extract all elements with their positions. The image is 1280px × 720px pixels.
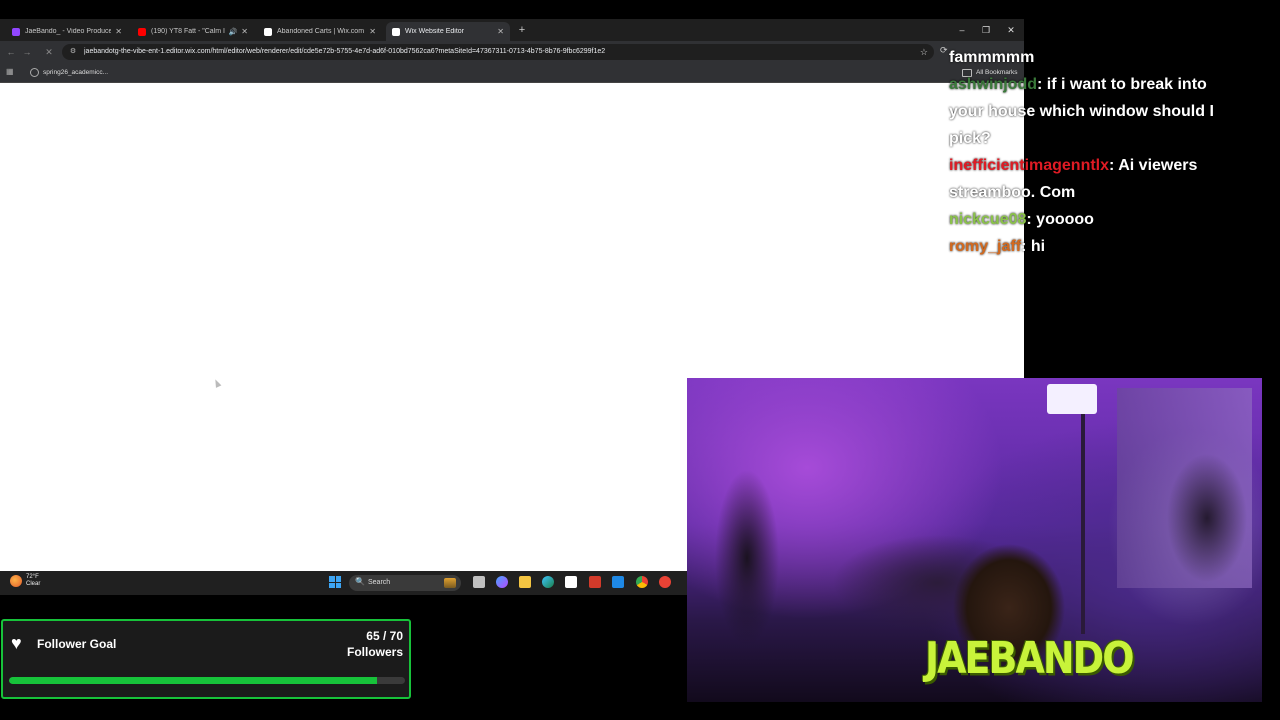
windows-start-icon[interactable] — [329, 576, 341, 588]
search-label: Search — [368, 579, 391, 586]
globe-icon — [30, 68, 39, 77]
chat-text: if i want to break into — [1046, 76, 1207, 93]
copilot-icon[interactable] — [496, 576, 508, 588]
bookmarks-bar: ▦ spring26_academicc... All Bookmarks — [0, 63, 1024, 83]
chat-message: romy_jaff: hi — [949, 233, 1269, 260]
back-icon[interactable]: ← — [4, 45, 18, 59]
chat-text: yooooo — [1036, 211, 1094, 228]
webcam-name-logo: JAEBANDO — [925, 632, 1135, 684]
chat-message: streamboo. Com — [949, 179, 1269, 206]
person-silhouette — [1157, 438, 1257, 598]
taskbar: 72°F Clear 🔍 Search — [0, 571, 688, 595]
chat-message: fammmmm — [949, 44, 1269, 71]
forward-icon[interactable]: → — [20, 45, 34, 59]
goal-progress-fill — [9, 677, 378, 684]
chat-message: nickcue08: yooooo — [949, 206, 1269, 233]
search-highlight-icon — [444, 578, 456, 588]
site-info-icon[interactable]: ⚙ — [68, 47, 78, 57]
person-silhouette — [702, 438, 792, 668]
chat-message: pick? — [949, 125, 1269, 152]
chat-separator: : — [1026, 211, 1037, 228]
goal-target: 70 — [389, 629, 403, 643]
twitch-icon — [12, 27, 20, 36]
chat-username[interactable]: inefficientimagenntlx — [949, 157, 1109, 174]
chrome-icon[interactable] — [636, 576, 648, 588]
goal-title: Follower Goal — [37, 637, 117, 651]
weather-condition: Clear — [26, 581, 41, 587]
restore-button[interactable]: ❐ — [976, 23, 996, 37]
file-explorer-icon[interactable] — [519, 576, 531, 588]
extension-icon[interactable]: ⟳ — [940, 45, 948, 56]
minimize-button[interactable]: – — [952, 23, 972, 37]
tab-label: (190) YT8 Fatt - "Calm It Do — [151, 28, 225, 35]
task-view-icon[interactable] — [473, 576, 485, 588]
tab-close-icon[interactable]: ✕ — [115, 27, 122, 36]
tab-close-icon[interactable]: ✕ — [497, 27, 504, 36]
goal-count: 65 / 70 — [366, 629, 403, 643]
tab-twitch-producer[interactable]: JaeBando_ - Video Producer - T ✕ — [6, 22, 128, 41]
weather-temp: 72°F — [26, 574, 39, 580]
chat-username[interactable]: ashwinjodd — [949, 76, 1037, 93]
tab-strip: JaeBando_ - Video Producer - T ✕ (190) Y… — [0, 19, 1024, 41]
chat-message: inefficientimagenntlx: Ai viewers — [949, 152, 1269, 179]
tab-wix-editor[interactable]: Wix Website Editor ✕ — [386, 22, 510, 41]
search-icon: 🔍 — [355, 577, 365, 586]
tab-youtube[interactable]: (190) YT8 Fatt - "Calm It Do 🔊 ✕ — [132, 22, 254, 41]
heart-icon: ♥ — [11, 633, 22, 653]
chat-separator: : — [1021, 238, 1031, 255]
url-text: jaebandotg-the-vibe-ent-1.editor.wix.com… — [84, 48, 606, 55]
youtube-icon — [138, 27, 146, 36]
address-bar[interactable]: ⚙ jaebandotg-the-vibe-ent-1.editor.wix.c… — [62, 44, 934, 60]
wix-icon — [264, 27, 272, 36]
chat-text: your house which window should I — [949, 103, 1214, 120]
follower-goal-widget: ♥ Follower Goal 65 / 70 Followers — [1, 619, 411, 699]
obs-icon[interactable] — [659, 576, 671, 588]
chat-separator: : — [1037, 76, 1047, 93]
floor-lamp-icon — [1047, 384, 1097, 414]
weather-widget[interactable]: 72°F Clear — [10, 574, 40, 588]
chat-text: pick? — [949, 130, 991, 147]
goal-separator: / — [379, 629, 390, 643]
bookmark-label: spring26_academicc... — [43, 69, 109, 76]
stop-loading-icon[interactable]: ✕ — [42, 45, 56, 59]
store-icon[interactable] — [565, 576, 577, 588]
webcam-feed: JAEBANDO — [687, 378, 1262, 702]
chat-text: fammmmm — [949, 49, 1035, 66]
tab-label: JaeBando_ - Video Producer - T — [25, 28, 112, 35]
browser-toolbar: ← → ✕ ⚙ jaebandotg-the-vibe-ent-1.editor… — [0, 41, 1024, 63]
chat-text: streamboo. Com — [949, 184, 1076, 201]
taskbar-search[interactable]: 🔍 Search — [349, 575, 461, 591]
tab-label: Wix Website Editor — [405, 28, 464, 35]
stream-chat: fammmmm ashwinjodd: if i want to break in… — [949, 44, 1269, 260]
tab-abandoned-carts[interactable]: Abandoned Carts | Wix.com ✕ — [258, 22, 382, 41]
tab-close-icon[interactable]: ✕ — [369, 27, 376, 36]
speaker-icon[interactable]: 🔊 — [229, 28, 238, 36]
chat-username[interactable]: nickcue08 — [949, 211, 1026, 228]
tab-label: Abandoned Carts | Wix.com — [277, 28, 365, 35]
tab-close-icon[interactable]: ✕ — [241, 27, 248, 36]
outlook-icon[interactable] — [612, 576, 624, 588]
lightshot-icon[interactable] — [589, 576, 601, 588]
close-window-button[interactable]: ✕ — [1001, 23, 1021, 37]
bookmark-item[interactable]: spring26_academicc... — [30, 66, 108, 79]
mouse-cursor-icon — [212, 378, 222, 388]
goal-progress-track — [9, 677, 405, 684]
goal-unit: Followers — [346, 645, 403, 659]
weather-icon — [10, 575, 22, 587]
chat-message: your house which window should I — [949, 98, 1269, 125]
goal-current: 65 — [366, 629, 380, 643]
edge-icon[interactable] — [542, 576, 554, 588]
chat-text: Ai viewers — [1118, 157, 1198, 174]
chat-separator: : — [1109, 157, 1119, 174]
chat-text: hi — [1030, 238, 1046, 255]
bookmark-star-icon[interactable]: ☆ — [920, 46, 928, 58]
apps-grid-icon[interactable]: ▦ — [6, 67, 16, 77]
wix-icon — [392, 27, 400, 36]
chat-message: ashwinjodd: if i want to break into — [949, 71, 1269, 98]
new-tab-button[interactable]: + — [516, 22, 528, 38]
chat-username[interactable]: romy_jaff — [949, 238, 1021, 255]
